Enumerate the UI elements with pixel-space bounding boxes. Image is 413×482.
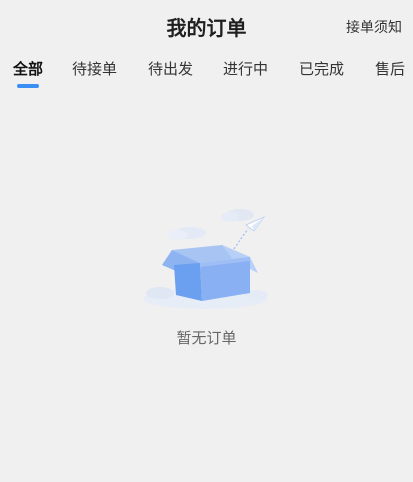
empty-state: 暂无订单 (0, 195, 413, 360)
active-tab-indicator (17, 84, 39, 88)
empty-state-text: 暂无订单 (176, 329, 237, 347)
tab-pending-departure[interactable]: 待出发 (148, 58, 193, 79)
order-notice-link[interactable]: 接单须知 (346, 17, 402, 37)
header: 我的订单 接单须知 (0, 0, 413, 46)
tab-all[interactable]: 全部 (13, 58, 43, 79)
order-tabs: 全部 待接单 待出发 进行中 已完成 售后 (0, 52, 413, 92)
tab-pending-accept[interactable]: 待接单 (72, 58, 117, 79)
tab-completed[interactable]: 已完成 (299, 58, 344, 79)
tab-in-progress[interactable]: 进行中 (223, 58, 268, 79)
empty-box-icon (130, 195, 290, 315)
tab-after-sales[interactable]: 售后 (375, 58, 405, 79)
